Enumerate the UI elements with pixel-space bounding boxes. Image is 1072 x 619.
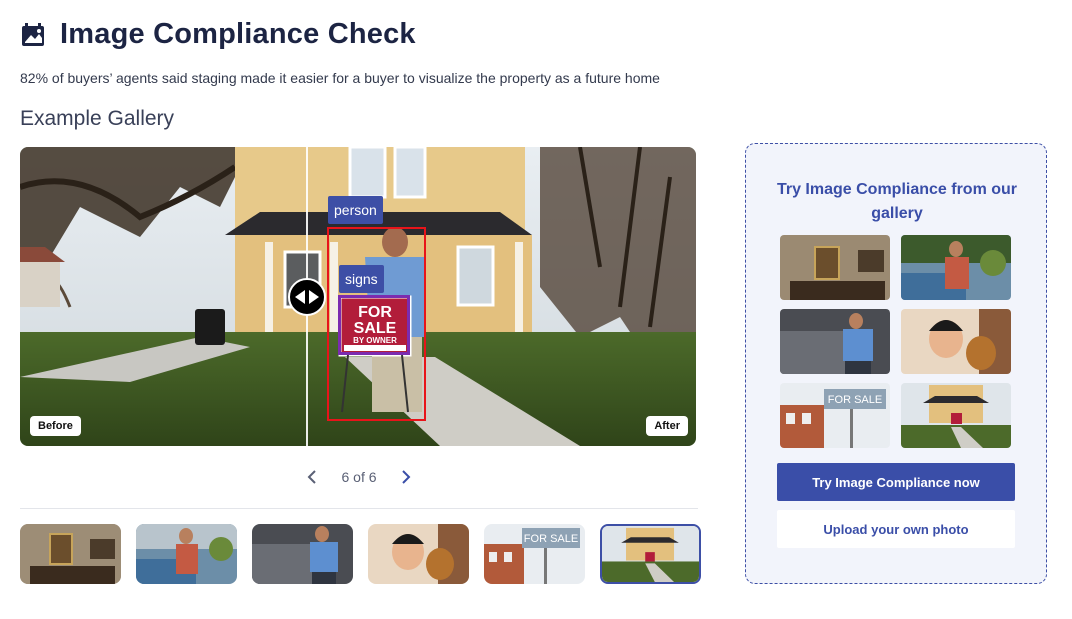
gallery-divider [20,508,698,509]
grid-image-for-sale-sign[interactable]: FOR SALE [780,383,890,448]
thumbnail-child-with-cat[interactable] [368,524,469,584]
thumbnail-man-leaning-car[interactable] [252,524,353,584]
before-after-viewer[interactable]: FOR SALE BY OWNER person signs Before Af… [20,147,696,446]
page-title: Image Compliance Check [60,18,416,50]
chevron-left-icon [307,470,316,484]
grid-image-room-portrait[interactable] [780,235,890,300]
panel-image-grid: FOR SALE [780,235,1011,448]
grid-image-man-with-car[interactable] [901,235,1011,300]
person-detection-label: person [328,196,383,224]
grid-sign-text: FOR SALE [828,394,882,406]
gallery-pager: 6 of 6 [304,467,414,487]
split-drag-handle[interactable] [288,278,326,316]
try-compliance-button[interactable]: Try Image Compliance now [777,463,1015,501]
gallery-title: Example Gallery [20,107,175,130]
next-button[interactable] [398,467,414,487]
grid-image-house-with-sign[interactable] [901,383,1011,448]
after-badge: After [646,416,688,436]
signs-bounding-box [338,295,410,355]
page-indicator: 6 of 6 [341,469,377,485]
thumbnail-room-portrait[interactable] [20,524,121,584]
panel-title: Try Image Compliance from our gallery [776,181,1018,222]
page-header: Image Compliance Check [20,18,416,51]
chevron-right-icon [402,470,411,484]
grid-image-child-with-cat[interactable] [901,309,1011,374]
before-badge: Before [30,416,81,436]
page-subtitle: 82% of buyers’ agents said staging made … [20,70,660,86]
signs-detection-label: signs [339,265,384,293]
thumb-sign-text: FOR SALE [524,533,578,545]
thumbnail-house-with-sign[interactable] [600,524,701,584]
upload-photo-button[interactable]: Upload your own photo [777,510,1015,548]
thumbnail-for-sale-sign[interactable]: FOR SALE [484,524,585,584]
thumbnail-strip: FOR SALE [20,524,701,584]
try-compliance-panel: Try Image Compliance from our gallery FO… [745,143,1047,584]
left-right-arrows-icon [295,290,319,304]
thumbnail-man-with-car[interactable] [136,524,237,584]
image-check-icon [22,22,44,46]
prev-button[interactable] [304,467,320,487]
grid-image-man-leaning-car[interactable] [780,309,890,374]
